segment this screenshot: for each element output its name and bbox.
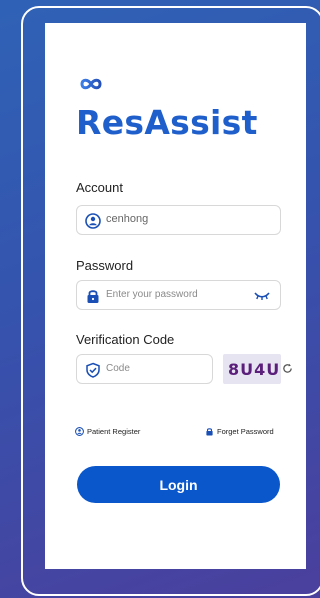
eye-closed-icon[interactable] bbox=[254, 291, 270, 301]
shield-check-icon bbox=[85, 362, 101, 378]
password-label: Password bbox=[76, 258, 134, 273]
forget-password-link[interactable]: Forget Password bbox=[205, 427, 274, 436]
verification-code-field[interactable]: Code bbox=[76, 354, 213, 384]
infinity-logo-icon bbox=[80, 78, 102, 90]
verification-label: Verification Code bbox=[76, 332, 175, 347]
account-field[interactable]: cenhong bbox=[76, 205, 281, 235]
password-placeholder: Enter your password bbox=[106, 289, 198, 300]
app-title: ResAssist bbox=[76, 103, 258, 142]
captcha-text: 8U4U bbox=[228, 360, 281, 379]
patient-register-label: Patient Register bbox=[87, 427, 141, 436]
refresh-icon[interactable] bbox=[282, 363, 293, 374]
forget-password-label: Forget Password bbox=[217, 427, 274, 436]
account-value: cenhong bbox=[106, 213, 149, 225]
login-card: ResAssist Account cenhong Password Enter… bbox=[45, 23, 306, 569]
patient-register-link[interactable]: Patient Register bbox=[75, 427, 140, 436]
lock-icon bbox=[85, 288, 101, 304]
account-label: Account bbox=[76, 180, 123, 195]
login-button[interactable]: Login bbox=[77, 466, 280, 503]
user-icon bbox=[75, 427, 84, 436]
captcha-image[interactable]: 8U4U bbox=[223, 354, 281, 384]
password-field[interactable]: Enter your password bbox=[76, 280, 281, 310]
user-icon bbox=[85, 213, 101, 229]
verification-placeholder: Code bbox=[106, 363, 130, 374]
lock-icon bbox=[206, 428, 213, 436]
